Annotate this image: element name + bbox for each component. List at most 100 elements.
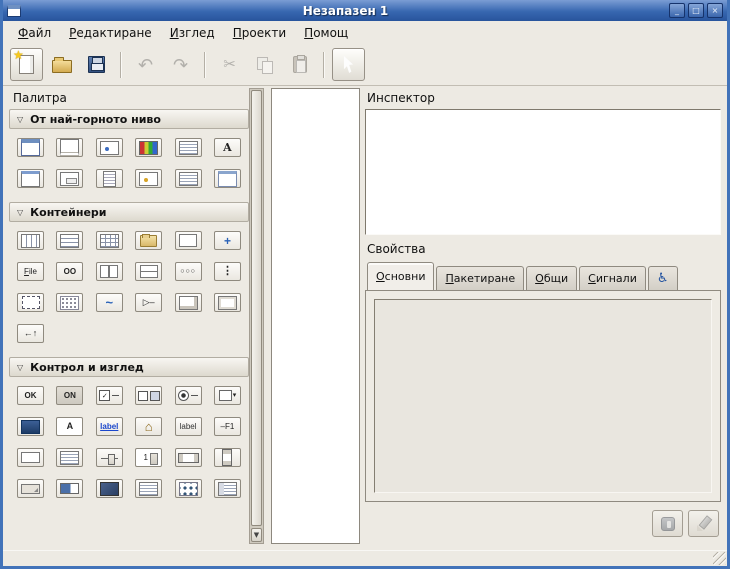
- palette-item-vbox[interactable]: [56, 231, 83, 250]
- palette-item-text-view[interactable]: [56, 448, 83, 467]
- palette-item-about-dialog[interactable]: [17, 169, 44, 188]
- palette-scrollbar[interactable]: ▼: [249, 88, 264, 544]
- copy-icon: [257, 57, 273, 73]
- palette-item-message-dialog-info[interactable]: [135, 169, 162, 188]
- palette-item-scrolled-window[interactable]: [175, 293, 202, 312]
- expander-triangle-icon: ▽: [17, 208, 23, 217]
- palette-item-progress-bar[interactable]: [56, 479, 83, 498]
- palette-item-option-menu[interactable]: [135, 386, 162, 405]
- palette-item-input-dialog[interactable]: [56, 169, 83, 188]
- new-button[interactable]: [10, 48, 43, 81]
- tab-common[interactable]: Общи: [526, 266, 577, 290]
- menu-help[interactable]: Помощ: [295, 22, 357, 44]
- palette-item-frame[interactable]: [135, 231, 162, 250]
- button-icon: OK: [25, 392, 37, 400]
- scroll-down-button[interactable]: ▼: [251, 528, 262, 542]
- palette-item-vpaned[interactable]: [135, 262, 162, 281]
- copy-button[interactable]: [248, 48, 281, 81]
- design-canvas[interactable]: [271, 88, 360, 544]
- palette-item-message-dialog[interactable]: [96, 138, 123, 157]
- maximize-button[interactable]: □: [688, 3, 704, 18]
- palette-item-file-selection-dialog[interactable]: [175, 138, 202, 157]
- palette-item-drawing-area[interactable]: [96, 479, 123, 498]
- accel-label-icon: –F1: [221, 423, 235, 431]
- palette-item-radio-button[interactable]: [175, 386, 202, 405]
- palette-item-list[interactable]: [135, 479, 162, 498]
- palette-title: Палитра: [13, 91, 67, 105]
- tab-packing[interactable]: Пакетиране: [436, 266, 524, 290]
- palette-item-layout[interactable]: [56, 293, 83, 312]
- palette-item-combo-box[interactable]: ▾: [214, 386, 241, 405]
- palette-section-header[interactable]: ▽От най-горното ниво: [9, 109, 249, 129]
- palette-item-window[interactable]: [17, 138, 44, 157]
- palette-item-text-entry[interactable]: [17, 448, 44, 467]
- palette-section-header[interactable]: ▽Контрол и изглед: [9, 357, 249, 377]
- palette-item-image[interactable]: [17, 417, 44, 436]
- save-button[interactable]: [80, 48, 113, 81]
- palette-item-entry[interactable]: A: [56, 417, 83, 436]
- tab-label: Основни: [376, 270, 425, 283]
- palette-item-label[interactable]: label: [175, 417, 202, 436]
- palette-item-menubar[interactable]: File: [17, 262, 44, 281]
- palette-item-table[interactable]: [96, 231, 123, 250]
- menu-edit[interactable]: Редактиране: [60, 22, 161, 44]
- palette-section-header[interactable]: ▽ Контейнери: [9, 202, 249, 222]
- close-button[interactable]: ×: [707, 3, 723, 18]
- palette-item-toggle-button[interactable]: ON: [56, 386, 83, 405]
- alignment-icon: ←↑: [24, 329, 38, 338]
- titlebar[interactable]: Незапазен 1 _□×: [3, 0, 727, 21]
- tab-signals[interactable]: Сигнали: [579, 266, 646, 290]
- palette-item-hscale[interactable]: [96, 448, 123, 467]
- palette-item-icon-view[interactable]: [175, 479, 202, 498]
- palette-item-vscrollbar[interactable]: [214, 448, 241, 467]
- palette-item-viewport[interactable]: [214, 293, 241, 312]
- palette-item-hbuttonbox[interactable]: ○○○: [175, 262, 202, 281]
- palette-section-label: Контейнери: [30, 206, 106, 219]
- palette-item-recent-chooser-dialog[interactable]: [175, 169, 202, 188]
- palette-item-spin-button[interactable]: 1: [135, 448, 162, 467]
- palette-item-expander[interactable]: ▷–: [135, 293, 162, 312]
- palette-item-hbox[interactable]: [17, 231, 44, 250]
- palette-item-fixed[interactable]: +: [214, 231, 241, 250]
- palette-item-color-selection-dialog[interactable]: [135, 138, 162, 157]
- toolbar-separator: [204, 52, 206, 78]
- tab-general[interactable]: Основни: [367, 262, 434, 290]
- minimize-button[interactable]: _: [669, 3, 685, 18]
- palette-item-check-button[interactable]: [96, 386, 123, 405]
- palette-item-tree-view[interactable]: [214, 479, 241, 498]
- redo-button[interactable]: ↷: [164, 48, 197, 81]
- palette-item-aspect-frame[interactable]: [175, 231, 202, 250]
- tab-accessibility[interactable]: ♿: [648, 266, 678, 290]
- palette-item-button[interactable]: OK: [17, 386, 44, 405]
- palette-item-file-chooser-dialog[interactable]: [96, 169, 123, 188]
- inspector-panel[interactable]: [365, 109, 721, 235]
- paste-button[interactable]: [283, 48, 316, 81]
- menu-view[interactable]: Изглед: [161, 22, 224, 44]
- palette-item-hscrollbar[interactable]: [175, 448, 202, 467]
- palette-item-toolbar[interactable]: OO: [56, 262, 83, 281]
- tab-label: Пакетиране: [445, 272, 515, 285]
- cut-button[interactable]: ✂: [213, 48, 246, 81]
- edit-button[interactable]: [688, 510, 719, 537]
- palette-item-dialog[interactable]: [56, 138, 83, 157]
- palette-item-alignment[interactable]: ←↑: [17, 324, 44, 343]
- menu-file[interactable]: Файл: [9, 22, 60, 44]
- palette-item-handlebox[interactable]: [17, 293, 44, 312]
- menu-projects[interactable]: Проекти: [224, 22, 295, 44]
- palette-item-link-button[interactable]: label: [96, 417, 123, 436]
- palette-item-vbuttonbox[interactable]: ⋮: [214, 262, 241, 281]
- palette-item-assistant[interactable]: [214, 169, 241, 188]
- scrollbar-thumb[interactable]: [251, 90, 262, 526]
- palette-item-hpaned[interactable]: [96, 262, 123, 281]
- palette-item-curve[interactable]: ~: [96, 293, 123, 312]
- undo-button[interactable]: ↶: [129, 48, 162, 81]
- pointer-button[interactable]: [332, 48, 365, 81]
- palette-item-stock-button[interactable]: ⌂: [135, 417, 162, 436]
- information-button[interactable]: [652, 510, 683, 537]
- palette-item-font-selection-dialog[interactable]: A: [214, 138, 241, 157]
- palette-item-accel-label[interactable]: –F1: [214, 417, 241, 436]
- window-menu-icon[interactable]: [7, 5, 21, 17]
- open-button[interactable]: [45, 48, 78, 81]
- resize-grip[interactable]: [713, 552, 726, 565]
- palette-item-statusbar[interactable]: [17, 479, 44, 498]
